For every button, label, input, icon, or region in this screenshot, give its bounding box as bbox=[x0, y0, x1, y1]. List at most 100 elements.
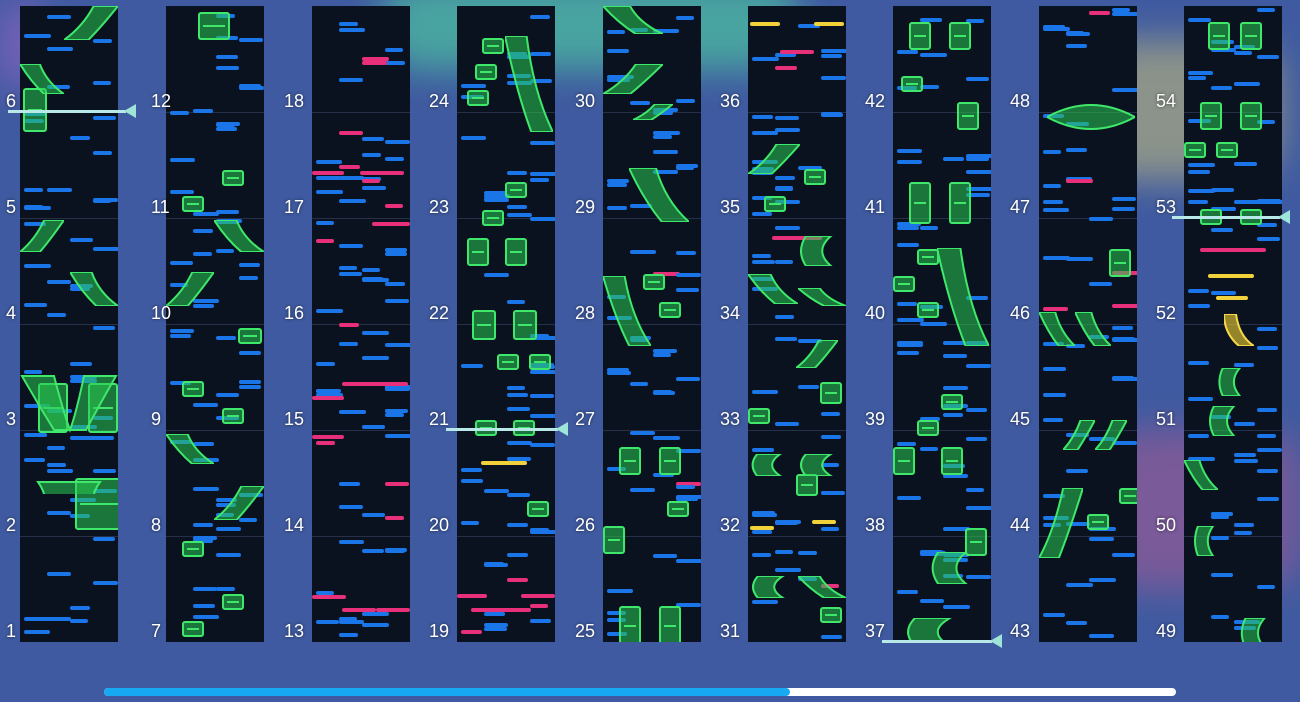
tap-note bbox=[239, 276, 258, 280]
tap-note bbox=[1188, 397, 1213, 401]
tap-note bbox=[897, 351, 919, 355]
slide-note-shape bbox=[1224, 314, 1254, 346]
tap-note bbox=[507, 393, 528, 397]
tap-note bbox=[966, 77, 989, 81]
tap-note bbox=[1188, 200, 1208, 204]
tap-note bbox=[47, 572, 71, 576]
tap-note bbox=[821, 527, 839, 531]
slide-note-shape bbox=[800, 454, 833, 476]
measure-number: 35 bbox=[720, 197, 741, 217]
hold-note bbox=[603, 526, 625, 554]
slide-note-shape bbox=[166, 434, 214, 464]
slide-note-shape bbox=[505, 36, 553, 132]
tap-note bbox=[216, 553, 241, 557]
chart-column bbox=[1184, 6, 1282, 642]
measure-number: 45 bbox=[1010, 409, 1031, 429]
tap-note bbox=[920, 599, 944, 603]
flick-note bbox=[461, 630, 482, 634]
hold-note bbox=[222, 170, 244, 186]
slide-note bbox=[798, 288, 846, 306]
tap-note bbox=[24, 264, 51, 268]
flick-note bbox=[1066, 179, 1093, 183]
tap-note bbox=[1188, 189, 1215, 193]
slide-note-shape bbox=[20, 375, 118, 433]
tap-note bbox=[798, 551, 817, 555]
measure-number: 25 bbox=[575, 621, 596, 641]
hold-note bbox=[1240, 102, 1262, 130]
progress-bar[interactable] bbox=[104, 688, 1176, 696]
tap-note bbox=[676, 273, 701, 277]
measure-number: 20 bbox=[429, 515, 450, 535]
slide-note bbox=[64, 6, 118, 40]
tap-note bbox=[530, 15, 550, 19]
slide-note bbox=[1039, 312, 1075, 346]
slide-note-shape bbox=[629, 168, 689, 222]
tap-note bbox=[93, 199, 111, 203]
tap-note bbox=[676, 99, 695, 103]
measure-line bbox=[312, 112, 410, 113]
hold-note bbox=[957, 102, 979, 130]
flick-note bbox=[316, 441, 335, 445]
hold-note bbox=[820, 382, 842, 404]
tap-note bbox=[339, 620, 364, 624]
tap-note bbox=[1112, 197, 1136, 201]
tap-note bbox=[530, 414, 555, 418]
tap-note bbox=[316, 389, 341, 393]
measure-number: 15 bbox=[284, 409, 305, 429]
slide-note bbox=[629, 168, 689, 222]
tap-note bbox=[1234, 531, 1252, 535]
tap-note bbox=[752, 600, 778, 604]
tap-note bbox=[484, 627, 507, 631]
flick-note bbox=[1089, 11, 1110, 15]
tap-note bbox=[216, 527, 241, 531]
slide-note-shape bbox=[798, 288, 846, 306]
tap-note bbox=[362, 623, 389, 627]
tap-note bbox=[385, 140, 410, 144]
tap-note bbox=[47, 511, 71, 515]
slide-note-shape bbox=[214, 220, 264, 252]
tap-note bbox=[752, 115, 773, 119]
tap-note bbox=[775, 187, 793, 191]
tap-note bbox=[385, 549, 405, 553]
slide-note-shape bbox=[1047, 104, 1135, 130]
slide-note bbox=[798, 576, 846, 598]
tap-note bbox=[507, 300, 525, 304]
tap-note bbox=[24, 630, 50, 634]
tap-note bbox=[752, 448, 774, 452]
slide-note-shape bbox=[796, 340, 838, 368]
hold-note bbox=[497, 354, 519, 370]
tap-note bbox=[1188, 170, 1210, 174]
tap-note bbox=[239, 84, 261, 88]
tap-note bbox=[821, 112, 842, 116]
tap-note bbox=[1089, 634, 1114, 638]
tap-note bbox=[507, 523, 528, 527]
tap-note bbox=[93, 81, 111, 85]
tap-note bbox=[1043, 25, 1065, 29]
tap-note bbox=[93, 326, 115, 330]
measure-line bbox=[166, 218, 264, 219]
hold-note bbox=[667, 501, 689, 517]
tap-note bbox=[170, 329, 194, 333]
tap-note bbox=[484, 273, 509, 277]
tap-note bbox=[1066, 469, 1088, 473]
tap-note bbox=[385, 282, 405, 286]
hold-note bbox=[820, 607, 842, 623]
tap-note bbox=[897, 243, 919, 247]
slide-note bbox=[1194, 526, 1215, 556]
playhead-marker-icon bbox=[1278, 210, 1290, 224]
tap-note bbox=[216, 336, 236, 340]
tap-note bbox=[607, 49, 629, 53]
hold-note bbox=[482, 38, 504, 54]
measure-number: 43 bbox=[1010, 621, 1031, 641]
tap-note bbox=[239, 263, 260, 267]
measure-number: 53 bbox=[1156, 197, 1177, 217]
tap-note bbox=[47, 47, 73, 51]
tap-note bbox=[316, 176, 341, 180]
slide-note-shape bbox=[931, 552, 968, 584]
slide-note bbox=[796, 340, 838, 368]
slide-note-shape bbox=[1184, 460, 1218, 490]
tap-note bbox=[775, 128, 800, 132]
hold-note bbox=[182, 381, 204, 397]
tap-note bbox=[943, 354, 967, 358]
tap-note bbox=[484, 562, 504, 566]
